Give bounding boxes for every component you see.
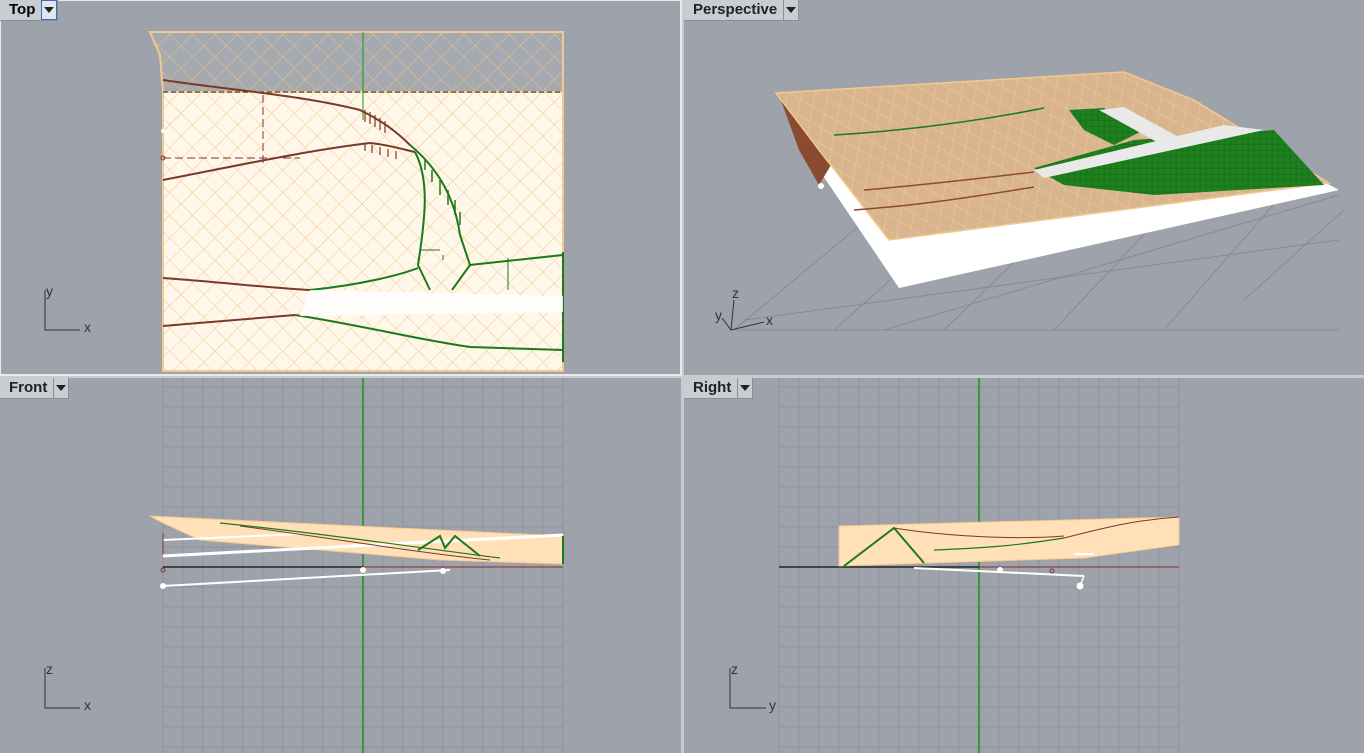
viewport-tab-perspective[interactable]: Perspective [684,0,800,21]
perspective-view-scene: z x y [715,71,1345,331]
viewport-right[interactable]: Right z y [684,378,1364,753]
axis-label-v: z [731,661,738,677]
viewport-top[interactable]: Top y x [0,0,682,376]
dropdown-arrow-icon[interactable] [53,378,69,398]
axis-label-h: x [766,312,773,328]
axis-label-h: x [84,697,91,713]
axis-label-h: y [769,697,776,713]
axis-label-h: x [84,319,91,335]
axes-gizmo-icon: z y [729,661,776,713]
axes-gizmo-icon: z x [44,661,91,713]
viewport-tab-right[interactable]: Right [684,378,754,399]
right-view-scene: z y [729,378,1180,753]
viewport-tab-top[interactable]: Top [0,0,59,21]
front-view-scene: z x [44,378,564,753]
axis-label-v: z [732,285,739,301]
dropdown-arrow-icon[interactable] [783,0,799,20]
viewport-title: Front [9,379,48,396]
viewport-tab-front[interactable]: Front [0,378,70,399]
axis-label-v: y [46,283,53,299]
dropdown-arrow-icon[interactable] [737,378,753,398]
viewport-title: Perspective [693,1,778,18]
axis-label-d: y [715,307,722,323]
viewport-title: Top [9,1,36,18]
viewport-perspective[interactable]: Perspective z x y [684,0,1364,375]
axes-gizmo-icon: z x y [715,285,773,331]
viewport-title: Right [693,379,732,396]
axis-label-v: z [46,661,53,677]
axes-gizmo-icon: y x [44,283,91,335]
viewport-front[interactable]: Front z x [0,378,681,753]
dropdown-arrow-icon[interactable] [41,0,58,20]
top-view-scene: y x [44,31,564,372]
